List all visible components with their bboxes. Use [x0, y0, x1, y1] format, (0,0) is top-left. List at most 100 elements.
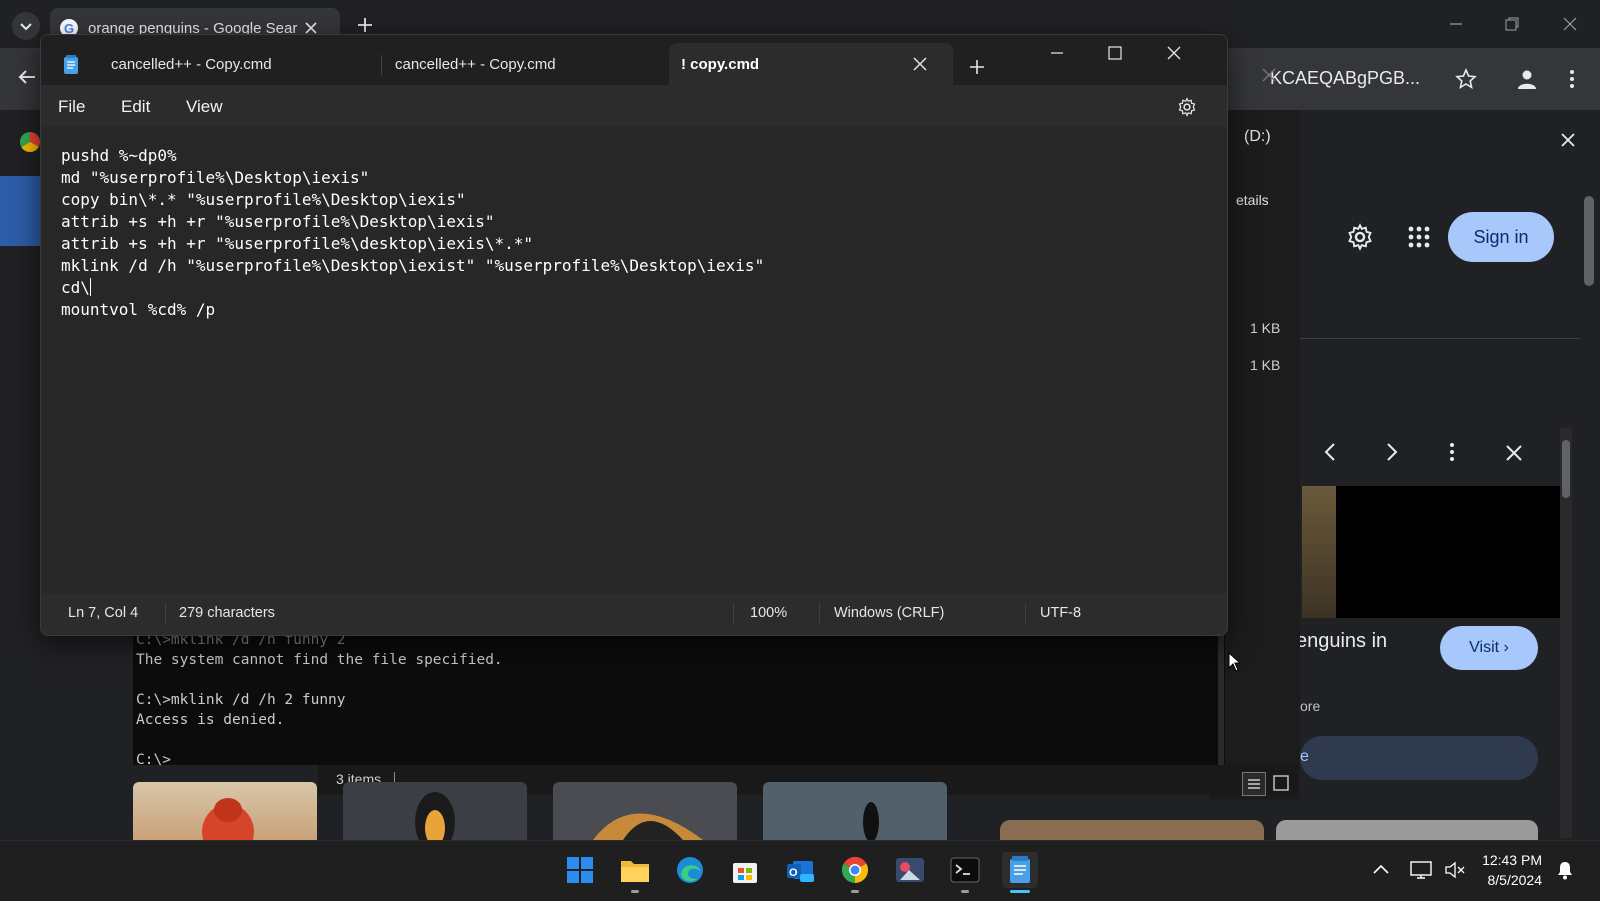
- page-scrollbar-thumb[interactable]: [1584, 196, 1594, 286]
- chrome-bookmark-icon[interactable]: [20, 132, 40, 152]
- chevron-right-icon: ›: [1503, 639, 1509, 656]
- result-thumbnail-right-2[interactable]: [1276, 820, 1538, 840]
- gear-icon: [1178, 97, 1196, 117]
- notepad-tab[interactable]: cancelled++ - Copy.cmd: [383, 43, 653, 85]
- line-ending[interactable]: Windows (CRLF): [834, 605, 944, 621]
- previous-image-button[interactable]: [1322, 442, 1338, 462]
- running-indicator: [631, 890, 639, 893]
- tab-search-button[interactable]: [12, 12, 40, 40]
- chrome-restore-button[interactable]: [1504, 16, 1520, 32]
- menu-edit[interactable]: Edit: [121, 97, 150, 117]
- minimize-button[interactable]: [1049, 45, 1065, 61]
- terminal-scrollbar[interactable]: [1218, 630, 1224, 765]
- cursor-position[interactable]: Ln 7, Col 4: [68, 605, 138, 621]
- bookmark-star-icon[interactable]: [1455, 68, 1477, 90]
- editor-line: md "%userprofile%\Desktop\iexis": [61, 168, 370, 187]
- preview-scrollbar-thumb[interactable]: [1562, 440, 1570, 498]
- file-size: 1 KB: [1250, 320, 1281, 336]
- preview-side-thumbnail: [1302, 486, 1336, 618]
- close-preview-icon[interactable]: [1505, 444, 1523, 462]
- image-thumbnail[interactable]: [343, 782, 527, 840]
- preview-image[interactable]: [1336, 486, 1560, 618]
- thumbnail-view-button[interactable]: [1270, 772, 1292, 794]
- text-editor-area[interactable]: pushd %~dp0% md "%userprofile%\Desktop\i…: [41, 127, 1227, 593]
- chrome-close-button[interactable]: [1562, 16, 1578, 32]
- tab-separator: [381, 55, 382, 75]
- omnibox-url[interactable]: KCAEQABgPGB...: [1270, 60, 1450, 96]
- details-pane-label[interactable]: etails: [1236, 192, 1269, 208]
- editor-line: cd\: [61, 278, 90, 297]
- more-options-icon[interactable]: [1449, 442, 1455, 462]
- status-separator: [733, 603, 734, 625]
- more-fragment: ore: [1300, 698, 1321, 714]
- chrome-icon[interactable]: [837, 852, 873, 888]
- menu-file[interactable]: File: [58, 97, 85, 117]
- close-panel-icon[interactable]: [1560, 132, 1576, 148]
- maximize-button[interactable]: [1107, 45, 1123, 61]
- file-explorer-icon[interactable]: [617, 852, 653, 888]
- mouse-pointer-icon: [1228, 652, 1242, 672]
- next-image-button[interactable]: [1384, 442, 1400, 462]
- related-search-bar[interactable]: e: [1300, 736, 1538, 780]
- status-separator: [165, 603, 166, 625]
- editor-content: pushd %~dp0% md "%userprofile%\Desktop\i…: [41, 127, 1227, 321]
- edge-icon[interactable]: [672, 852, 708, 888]
- notepad-icon[interactable]: [1002, 852, 1038, 888]
- terminal-icon[interactable]: [947, 852, 983, 888]
- notepad-tab[interactable]: cancelled++ - Copy.cmd: [93, 43, 363, 85]
- google-apps-icon[interactable]: [1408, 226, 1430, 248]
- grid-view-icon: [1273, 775, 1289, 791]
- result-thumbnail-right-1[interactable]: [1000, 820, 1264, 840]
- terminal-prompt: C:\>: [136, 752, 171, 768]
- menu-view[interactable]: View: [186, 97, 223, 117]
- details-view-button[interactable]: [1242, 772, 1266, 796]
- back-button[interactable]: [16, 66, 38, 88]
- chevron-right-icon: [1387, 443, 1398, 461]
- start-icon[interactable]: [562, 852, 598, 888]
- terminal-line: Access is denied.: [136, 712, 285, 728]
- zoom-level[interactable]: 100%: [750, 605, 787, 621]
- svg-text:G: G: [64, 21, 74, 35]
- image-thumbnail[interactable]: [133, 782, 317, 840]
- close-tab-icon[interactable]: [913, 57, 927, 71]
- status-separator: [819, 603, 820, 625]
- image-thumbnail[interactable]: [763, 782, 947, 840]
- terminal-line: C:\>mklink /d /h 2 funny: [136, 692, 346, 708]
- notepad-tab-active[interactable]: ! copy.cmd: [669, 43, 953, 85]
- system-clock[interactable]: 12:43 PM 8/5/2024: [1460, 850, 1542, 890]
- result-title-fragment[interactable]: enguins in: [1296, 630, 1387, 653]
- visit-button[interactable]: Visit ›: [1440, 626, 1538, 670]
- new-tab-button[interactable]: [969, 59, 985, 75]
- settings-gear-icon[interactable]: [1346, 223, 1374, 251]
- notification-bell-icon[interactable]: [1556, 860, 1574, 880]
- drive-label[interactable]: (D:): [1244, 128, 1271, 146]
- chrome-menu-icon[interactable]: [1568, 68, 1576, 90]
- character-count: 279 characters: [179, 605, 275, 621]
- clock-time: 12:43 PM: [1482, 852, 1542, 868]
- image-thumbnail[interactable]: [553, 782, 737, 840]
- terminal-window[interactable]: C:\>mklink /d /h funny 2 The system cann…: [133, 630, 1225, 768]
- explorer-close-icon[interactable]: [1262, 68, 1276, 82]
- terminal-line: [133, 730, 1225, 750]
- close-tab-icon[interactable]: [304, 21, 318, 35]
- editor-line: pushd %~dp0%: [61, 146, 177, 165]
- notepad-window: cancelled++ - Copy.cmd cancelled++ - Cop…: [40, 34, 1228, 636]
- sign-in-button[interactable]: Sign in: [1448, 212, 1554, 262]
- close-button[interactable]: [1166, 45, 1182, 61]
- paint-app-icon[interactable]: [892, 852, 928, 888]
- settings-button[interactable]: [1177, 97, 1197, 117]
- new-tab-button[interactable]: [355, 15, 375, 35]
- terminal-line: The system cannot find the file specifie…: [136, 652, 503, 668]
- encoding[interactable]: UTF-8: [1040, 605, 1081, 621]
- status-separator: [1025, 603, 1026, 625]
- chrome-minimize-button[interactable]: [1448, 16, 1464, 32]
- text-caret: [89, 278, 91, 296]
- tab-label: cancelled++ - Copy.cmd: [111, 55, 272, 73]
- show-hidden-icons[interactable]: [1372, 862, 1390, 876]
- blue-page-fragment: [0, 176, 40, 246]
- store-icon[interactable]: [727, 852, 763, 888]
- svg-text:O: O: [789, 867, 798, 879]
- profile-icon[interactable]: [1516, 68, 1538, 90]
- network-icon[interactable]: [1410, 860, 1432, 880]
- outlook-icon[interactable]: O: [782, 852, 818, 888]
